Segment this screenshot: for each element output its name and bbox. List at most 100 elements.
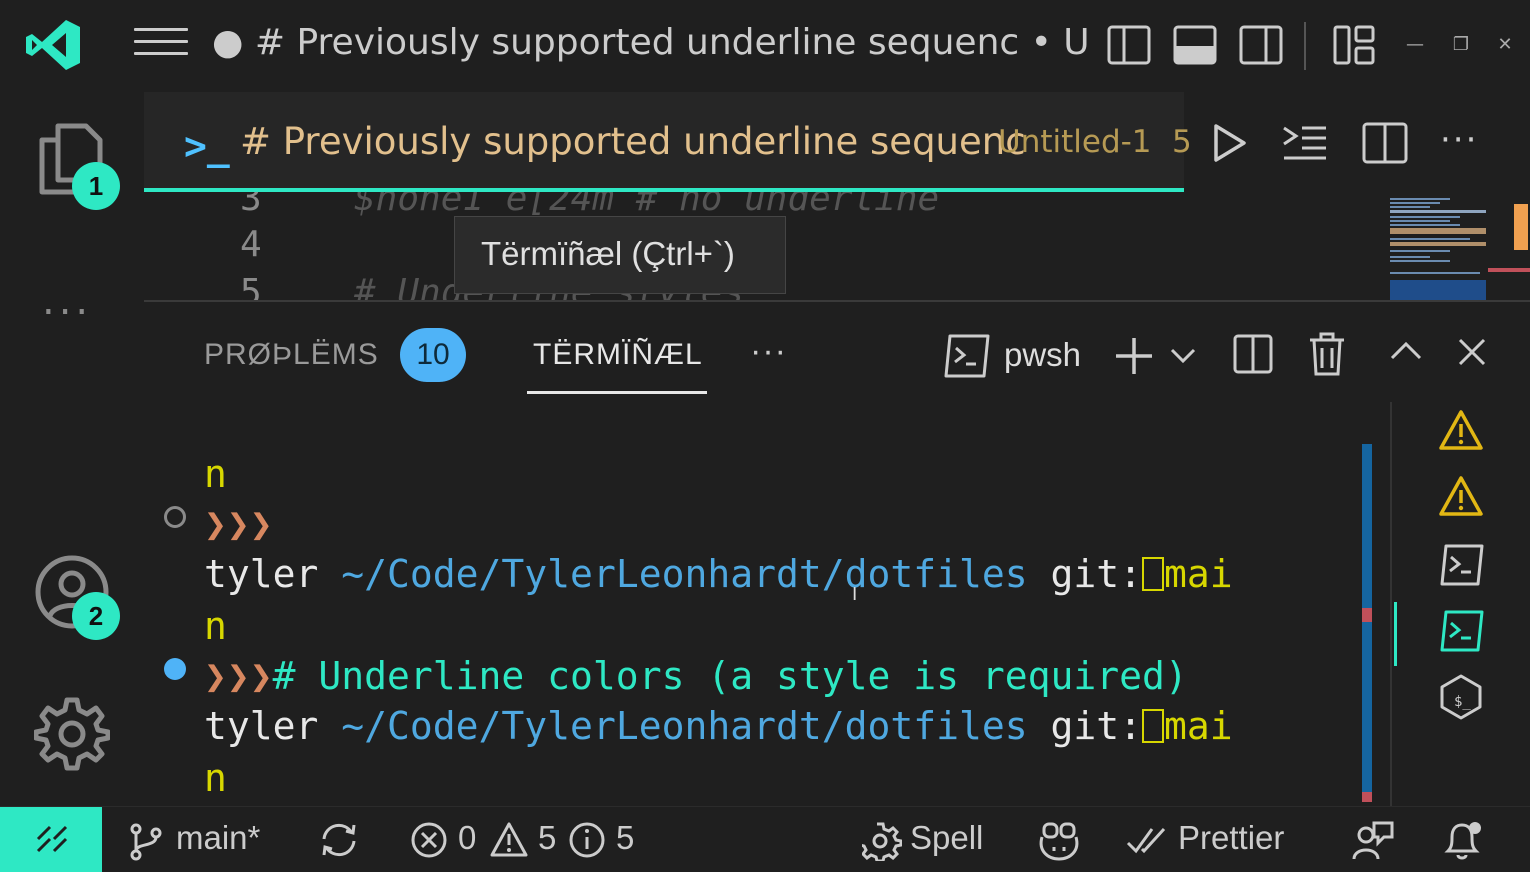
scrollbar-marker <box>1362 792 1372 802</box>
warning-count[interactable]: 5 <box>538 819 556 857</box>
terminal-line: n <box>204 604 227 648</box>
tab-description: Untitled-1 <box>998 124 1152 160</box>
status-bar: main* 0 5 5 Spell Prettier <box>0 806 1530 872</box>
warning-icon[interactable] <box>490 821 528 859</box>
new-terminal-plus-icon[interactable] <box>1112 334 1156 378</box>
overview-ruler-marker <box>1488 268 1530 272</box>
error-count[interactable]: 0 <box>458 819 476 857</box>
git-prefix: git: <box>1050 704 1143 748</box>
close-panel-icon[interactable] <box>1456 336 1488 368</box>
info-count[interactable]: 5 <box>616 819 634 857</box>
application-menu-button[interactable] <box>134 28 188 64</box>
prompt-chevrons: ❯❯❯ <box>204 502 273 546</box>
editor-tab[interactable]: >_ # Previously supported underline sequ… <box>144 92 1192 192</box>
line-number: 3 <box>240 192 262 219</box>
bash-terminal-icon[interactable]: $_ <box>1438 674 1484 720</box>
branch-name: mai <box>1164 552 1233 596</box>
active-tab-indicator <box>527 391 707 394</box>
terminal-prompt-line: ❯❯❯ <box>204 502 273 546</box>
tab-overflow: 5 <box>1172 124 1192 160</box>
terminal-user: tyler <box>204 552 319 596</box>
tab-problems[interactable]: PRØÞLËMS <box>204 338 379 372</box>
line-number: 5 <box>240 272 262 300</box>
terminal-instance-icon[interactable] <box>1438 542 1484 588</box>
panel-more-icon[interactable]: ··· <box>750 332 787 371</box>
terminal-scrollbar[interactable] <box>1362 444 1372 802</box>
accounts-badge: 2 <box>72 592 120 640</box>
terminal-line: n <box>204 452 227 496</box>
sync-icon[interactable] <box>316 819 362 861</box>
editor-area: >_ # Previously supported underline sequ… <box>144 92 1530 300</box>
toggle-primary-sidebar-icon[interactable] <box>1106 22 1152 68</box>
remote-icon <box>36 825 68 853</box>
line-number: 4 <box>240 224 262 265</box>
terminal-profile-icon[interactable] <box>942 332 992 380</box>
more-actions-icon[interactable]: ··· <box>1440 120 1490 170</box>
terminal-command-line: ❯❯❯# Underline colors (a style is requir… <box>204 654 1188 698</box>
minimap-slider[interactable] <box>1514 204 1528 250</box>
prettier-label[interactable]: Prettier <box>1178 819 1284 857</box>
vscode-logo-icon[interactable] <box>22 18 82 72</box>
info-icon[interactable] <box>568 821 606 859</box>
problems-count-badge: 10 <box>400 328 466 382</box>
terminal-output[interactable]: n ❯❯❯ tyler ~/Code/TylerLeonhardt/dotfil… <box>204 442 1374 808</box>
git-glyph-box <box>1142 557 1165 591</box>
active-terminal-indicator <box>1394 602 1397 666</box>
svg-text:$_: $_ <box>1454 694 1471 710</box>
titlebar-separator <box>1304 22 1306 70</box>
window-title: ● # Previously supported underline seque… <box>212 22 1092 63</box>
spell-checker-label[interactable]: Spell <box>910 819 983 857</box>
terminal-line: tyler ~/Code/TylerLeonhardt/dotfiles git… <box>204 704 1233 748</box>
double-check-icon[interactable] <box>1126 825 1170 857</box>
explorer-badge: 1 <box>72 162 120 210</box>
active-terminal-instance-icon[interactable] <box>1438 608 1484 654</box>
warning-terminal-icon[interactable] <box>1438 474 1484 520</box>
terminal-tooltip: Tërmïñæl (Çtrl+`) <box>454 216 786 294</box>
terminal-command: # Underline colors (a style is required) <box>272 654 1188 698</box>
mouse-ibeam-cursor: I <box>852 584 858 605</box>
run-icon[interactable] <box>1204 118 1254 168</box>
git-prefix: git: <box>1050 552 1143 596</box>
terminal-file-icon: >_ <box>184 124 230 168</box>
chevron-down-icon[interactable] <box>1168 344 1198 368</box>
code-line: $none1 e[24m # no underline <box>354 192 940 219</box>
toggle-panel-icon[interactable] <box>1172 22 1218 68</box>
terminal-path: ~/Code/TylerLeonhardt/dotfiles <box>341 552 1028 596</box>
customize-layout-icon[interactable] <box>1332 22 1378 68</box>
title-bar: ● # Previously supported underline seque… <box>0 0 1530 92</box>
git-glyph-box <box>1142 709 1165 743</box>
terminal-line: n <box>204 756 227 800</box>
shell-name[interactable]: pwsh <box>1004 336 1081 374</box>
command-decoration-success[interactable] <box>164 658 186 680</box>
restore-icon[interactable]: ❐ <box>1446 30 1476 60</box>
activity-bar: 1 ... 2 <box>0 92 144 806</box>
warning-terminal-icon[interactable] <box>1438 408 1484 454</box>
maximize-panel-chevron-up-icon[interactable] <box>1388 338 1424 364</box>
tab-terminal[interactable]: TËRMÏÑÆL <box>533 338 703 372</box>
minimize-icon[interactable]: — <box>1400 30 1430 60</box>
split-editor-icon[interactable] <box>1360 118 1410 168</box>
spell-gear-icon[interactable] <box>862 821 902 861</box>
error-icon[interactable] <box>410 821 448 859</box>
remote-indicator-button[interactable] <box>0 807 102 872</box>
command-decoration-default[interactable] <box>164 506 186 528</box>
trash-icon[interactable] <box>1308 330 1346 378</box>
notifications-bell-icon[interactable] <box>1444 819 1484 861</box>
bottom-panel: PRØÞLËMS 10 TËRMÏÑÆL ··· pwsh n ❯❯❯ tyle… <box>144 300 1530 808</box>
terminal-line: tyler ~/Code/TylerLeonhardt/dotfiles git… <box>204 552 1233 596</box>
branch-name: mai <box>1164 704 1233 748</box>
copilot-icon[interactable] <box>1036 821 1082 861</box>
feedback-icon[interactable] <box>1352 819 1394 861</box>
tab-title: # Previously supported underline sequenc <box>240 120 1026 163</box>
split-terminal-icon[interactable] <box>1232 332 1274 376</box>
scrollbar-marker <box>1362 608 1372 622</box>
git-branch-label[interactable]: main* <box>176 819 260 857</box>
close-window-icon[interactable]: ✕ <box>1490 30 1520 60</box>
run-selection-icon[interactable] <box>1280 118 1330 168</box>
settings-gear-icon[interactable] <box>34 696 110 772</box>
more-views-icon[interactable]: ... <box>42 278 92 324</box>
git-branch-icon[interactable] <box>126 821 166 861</box>
minimap[interactable] <box>1390 194 1490 300</box>
terminal-tabs-divider <box>1390 402 1392 808</box>
toggle-secondary-sidebar-icon[interactable] <box>1238 22 1284 68</box>
